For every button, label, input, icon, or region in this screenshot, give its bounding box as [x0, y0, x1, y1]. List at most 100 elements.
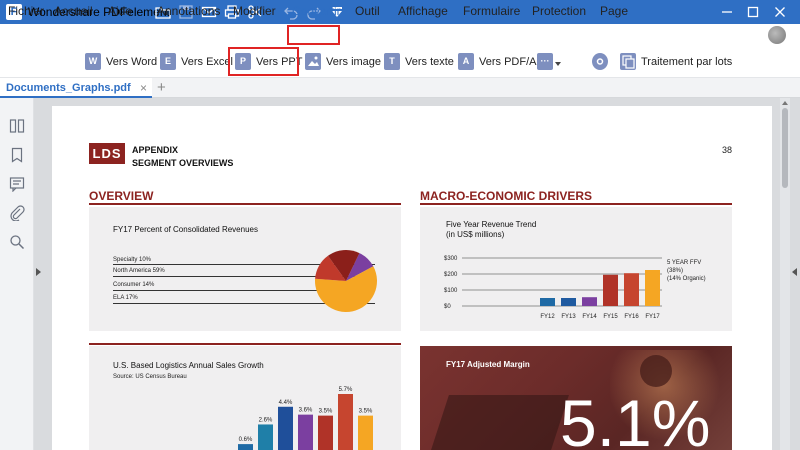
more-formats-icon: ···	[537, 53, 553, 70]
revenue-title-line-1: Five Year Revenue Trend	[446, 220, 537, 229]
logistics-data-label: 4.4%	[279, 400, 293, 406]
to-text-button[interactable]: T Vers texte	[384, 52, 454, 72]
thumbnails-icon[interactable]	[9, 118, 25, 134]
logistics-data-label: 3.6%	[299, 408, 313, 414]
to-image-button[interactable]: Vers image	[305, 52, 381, 72]
tab-close-icon[interactable]: ×	[140, 81, 147, 95]
comment-icon[interactable]	[9, 176, 25, 192]
batch-process-button[interactable]: Traitement par lots	[620, 52, 732, 72]
revenue-note-3: (14% Organic)	[667, 276, 706, 282]
logistics-bar	[338, 394, 353, 450]
logistics-bar	[318, 415, 333, 450]
revenue-bar	[624, 273, 639, 306]
menu-accueil[interactable]: Accueil	[54, 4, 93, 18]
menu-convertir[interactable]: Convertir	[292, 4, 341, 18]
scroll-up-icon[interactable]	[782, 101, 788, 105]
menu-aide[interactable]: Aide	[108, 4, 132, 18]
menu-fichier[interactable]: Fichier	[8, 4, 44, 18]
menu-protection[interactable]: Protection	[532, 4, 586, 18]
laptop-shape	[431, 395, 569, 450]
header-line-1: APPENDIX	[132, 145, 179, 155]
pie-legend-consumer: Consumer 14%	[113, 282, 155, 288]
revenue-x-tick: FY15	[603, 314, 618, 320]
logistics-bar-chart: 0.6% 2.6% 4.4% 3.6% 3.5% 5.7% 3.5%	[238, 387, 373, 450]
bookmark-icon[interactable]	[9, 147, 25, 163]
logistics-data-label: 3.5%	[319, 409, 333, 415]
batch-label: Traitement par lots	[641, 56, 733, 68]
pie-legend-north-america: North America 59%	[113, 268, 165, 274]
collapse-left-icon[interactable]	[36, 268, 41, 276]
menu-page[interactable]: Page	[600, 4, 628, 18]
pie-title: FY17 Percent of Consolidated Revenues	[113, 225, 258, 234]
maximize-icon[interactable]	[744, 3, 762, 21]
revenue-bar	[561, 298, 576, 306]
revenue-x-tick: FY14	[582, 314, 597, 320]
to-excel-label: Vers Excel	[181, 56, 233, 68]
revenue-title-line-2: (in US$ millions)	[446, 230, 505, 239]
overview-rule	[89, 203, 401, 205]
app-title: Wondershare PDFelement	[28, 5, 170, 19]
batch-icon	[620, 53, 636, 70]
revenue-bar	[582, 297, 597, 306]
attachment-icon[interactable]	[9, 205, 25, 221]
logistics-bar	[358, 415, 373, 450]
pie-legend-specialty: Specialty 10%	[113, 257, 152, 263]
revenue-x-tick: FY17	[645, 314, 660, 320]
to-word-button[interactable]: W Vers Word	[85, 52, 157, 72]
to-excel-button[interactable]: E Vers Excel	[160, 52, 233, 72]
logistics-data-label: 0.6%	[239, 437, 253, 443]
to-word-label: Vers Word	[106, 56, 158, 68]
margin-value: 5.1%	[560, 386, 711, 450]
revenue-title: Five Year Revenue Trend (in US$ millions…	[446, 220, 536, 240]
revenue-x-tick: FY12	[540, 314, 555, 320]
logistics-bar	[298, 414, 313, 450]
search-icon[interactable]	[9, 234, 25, 250]
menu-outil[interactable]: Outil	[355, 4, 380, 18]
new-tab-icon[interactable]: +	[157, 79, 166, 96]
text-icon: T	[384, 53, 400, 70]
revenue-bar	[645, 270, 660, 306]
page-number: 38	[722, 145, 733, 155]
to-text-label: Vers texte	[405, 56, 454, 68]
lds-logo: LDS	[89, 143, 125, 164]
revenue-bar-chart: $300 $200 $100 $0 FY12 FY13 FY14 FY15 FY16 FY17	[444, 256, 662, 320]
menu-annotations[interactable]: Annotations	[157, 4, 220, 18]
pie-chart	[315, 250, 377, 312]
revenue-x-tick: FY16	[624, 314, 639, 320]
logistics-data-label: 3.5%	[359, 409, 373, 415]
revenue-y-tick: $0	[444, 304, 451, 310]
gear-icon	[592, 53, 608, 70]
settings-button[interactable]	[592, 52, 608, 72]
revenue-bar	[603, 274, 618, 306]
close-icon[interactable]	[771, 3, 789, 21]
logistics-title: U.S. Based Logistics Annual Sales Growth	[113, 361, 264, 370]
ppt-highlight	[228, 47, 299, 76]
overview-heading: OVERVIEW	[89, 189, 154, 203]
collapse-right-icon[interactable]	[792, 268, 797, 276]
minimize-icon[interactable]	[718, 3, 736, 21]
avatar[interactable]	[768, 26, 786, 44]
revenue-y-tick: $200	[444, 272, 458, 278]
macro-heading: MACRO-ECONOMIC DRIVERS	[420, 189, 593, 203]
revenue-note-2: (38%)	[667, 268, 684, 274]
convertir-highlight	[287, 25, 340, 45]
menu-affichage[interactable]: Affichage	[398, 4, 448, 18]
menu-bar	[0, 24, 800, 46]
menu-modifier[interactable]: Modifier	[233, 4, 276, 18]
to-pdfa-label: Vers PDF/A	[479, 56, 537, 68]
revenue-y-tick: $300	[444, 256, 458, 262]
to-pdfa-button[interactable]: A Vers PDF/A	[458, 52, 536, 72]
revenue-bar	[540, 298, 555, 306]
excel-icon: E	[160, 53, 176, 70]
image-icon	[305, 53, 321, 70]
menu-formulaire[interactable]: Formulaire	[463, 4, 520, 18]
logistics-data-label: 5.7%	[339, 387, 353, 393]
pdfa-icon: A	[458, 53, 474, 70]
to-image-label: Vers image	[326, 56, 382, 68]
scrollbar-thumb[interactable]	[782, 108, 788, 188]
logistics-bar	[278, 406, 293, 450]
logistics-rule	[89, 343, 401, 345]
logistics-data-label: 2.6%	[259, 417, 273, 423]
header-line-2: SEGMENT OVERVIEWS	[132, 158, 234, 168]
worker-silhouette	[640, 355, 672, 387]
